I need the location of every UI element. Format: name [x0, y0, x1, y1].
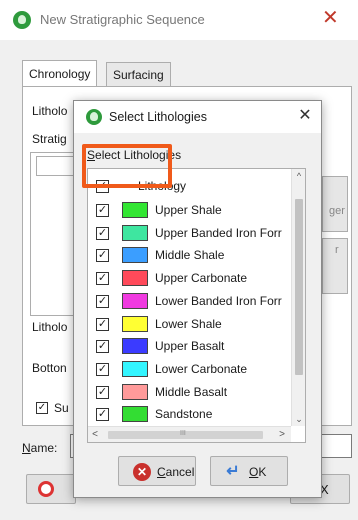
scroll-left-icon[interactable]: <: [88, 427, 102, 442]
lithology-label: Litholo: [32, 104, 68, 118]
color-swatch: [122, 247, 148, 264]
section-label-mnemonic: S: [87, 148, 96, 162]
lithology-label: Upper Basalt: [155, 339, 225, 354]
tab-chronology[interactable]: Chronology: [22, 60, 98, 86]
dialog-title: Select Lithologies: [109, 110, 207, 124]
app-logo-icon: [86, 109, 102, 125]
lithology-label: Sandstone: [155, 407, 213, 422]
color-swatch: [122, 360, 148, 377]
dialog-close-icon[interactable]: ✕: [296, 107, 314, 125]
lithology-row[interactable]: ✓ Upper Shale: [88, 199, 291, 221]
color-swatch: [122, 338, 148, 355]
scroll-down-icon[interactable]: ⌄: [292, 412, 305, 426]
sequence-list-item[interactable]: [36, 156, 76, 176]
lithology-checkbox[interactable]: ✓: [96, 385, 109, 399]
lithology-label-2: Litholo: [32, 320, 68, 334]
cancel-text: ancel: [165, 465, 195, 479]
surfacing-checkbox-label: Su: [54, 401, 69, 415]
lithology-row[interactable]: ✓ Lower Shale: [88, 313, 291, 335]
surfacing-checkbox[interactable]: ✓: [36, 402, 48, 414]
scroll-up-icon[interactable]: ^: [292, 169, 305, 183]
lithology-checkbox[interactable]: ✓: [96, 226, 109, 240]
ok-text: K: [258, 465, 267, 479]
ok-mnemonic: O: [249, 465, 259, 479]
lithology-checkbox[interactable]: ✓: [96, 272, 109, 286]
lithology-list[interactable]: ✓ Lithology ✓ Upper Shale ✓ Upper Banded Ir…: [87, 168, 306, 443]
help-icon: [38, 481, 54, 497]
lithology-row[interactable]: ✓ Upper Carbonate: [88, 267, 291, 289]
lithology-row[interactable]: ✓ Lower Banded Iron Forr: [88, 290, 291, 312]
bottom-label: Botton: [32, 361, 67, 375]
color-swatch: [122, 224, 148, 241]
name-label: Name:: [22, 441, 57, 455]
side-button-1[interactable]: [322, 176, 348, 232]
scroll-right-icon[interactable]: >: [275, 427, 289, 442]
color-swatch: [122, 270, 148, 287]
window-close-icon[interactable]: ✕: [322, 8, 339, 28]
lithology-label: Upper Shale: [155, 203, 222, 217]
color-swatch: [122, 315, 148, 332]
lithology-row[interactable]: ✓ Upper Banded Iron Forr: [88, 222, 291, 244]
lithology-label: Upper Banded Iron Forr: [155, 225, 282, 240]
window-title: New Stratigraphic Sequence: [40, 12, 205, 27]
color-swatch: [122, 383, 148, 400]
lithology-checkbox[interactable]: ✓: [96, 317, 109, 331]
vertical-scroll-thumb[interactable]: [295, 199, 303, 375]
select-lithologies-dialog: Select Lithologies ✕ Select Lithologies …: [73, 100, 322, 498]
lithology-column-header: Lithology: [138, 179, 187, 193]
lithology-label: Middle Shale: [155, 248, 225, 263]
lithology-label: Middle Basalt: [155, 384, 228, 399]
horizontal-scrollbar[interactable]: < III >: [88, 426, 291, 442]
dialog-titlebar: Select Lithologies ✕: [74, 101, 321, 133]
lithology-label: Lower Banded Iron Forr: [155, 293, 282, 308]
lithology-checkbox[interactable]: ✓: [96, 340, 109, 354]
select-lithologies-label: Select Lithologies: [87, 148, 181, 162]
ok-arrow-icon: ↵: [226, 463, 240, 480]
tab-surfacing[interactable]: Surfacing: [106, 62, 171, 86]
lithology-label: Upper Carbonate: [155, 271, 248, 286]
lithology-checkbox[interactable]: ✓: [96, 249, 109, 263]
ok-button-label: OK: [249, 465, 266, 479]
vertical-scrollbar[interactable]: ^ ⌄: [291, 169, 305, 426]
side-button-2-text: r: [335, 244, 339, 256]
lithology-row[interactable]: ✓ Upper Basalt: [88, 335, 291, 357]
cancel-icon: ✕: [133, 463, 151, 481]
cancel-button[interactable]: ✕ Cancel: [118, 456, 196, 486]
side-button-1-text: ger: [329, 205, 345, 217]
ok-button[interactable]: ↵ OK: [210, 456, 288, 486]
color-swatch: [122, 292, 148, 309]
app-logo-icon: [13, 11, 31, 29]
lithology-row[interactable]: ✓ Middle Shale: [88, 244, 291, 266]
lithology-checkbox[interactable]: ✓: [96, 362, 109, 376]
lithology-row[interactable]: ✓ Middle Basalt: [88, 381, 291, 403]
window-titlebar: New Stratigraphic Sequence: [0, 0, 358, 40]
name-label-mnemonic: N: [22, 441, 31, 455]
select-all-checkbox[interactable]: ✓: [96, 180, 109, 193]
cancel-mnemonic: C: [157, 465, 166, 479]
name-label-text: ame:: [30, 441, 58, 455]
lithology-label: Lower Shale: [155, 316, 222, 331]
lithology-row[interactable]: ✓ Lower Carbonate: [88, 358, 291, 380]
stratigraphy-label: Stratig: [32, 132, 67, 146]
lithology-row[interactable]: ✓ Sandstone: [88, 403, 291, 425]
lithology-checkbox[interactable]: ✓: [96, 204, 109, 217]
lithology-header-row[interactable]: ✓ Lithology: [88, 175, 291, 197]
lithology-checkbox[interactable]: ✓: [96, 294, 109, 308]
section-label-text: elect Lithologies: [95, 148, 182, 162]
scroll-grip: III: [180, 430, 186, 437]
lithology-checkbox[interactable]: ✓: [96, 408, 109, 422]
color-swatch: [122, 202, 148, 218]
cancel-button-label: Cancel: [157, 465, 194, 479]
color-swatch: [122, 406, 148, 423]
lithology-label: Lower Carbonate: [155, 361, 248, 376]
